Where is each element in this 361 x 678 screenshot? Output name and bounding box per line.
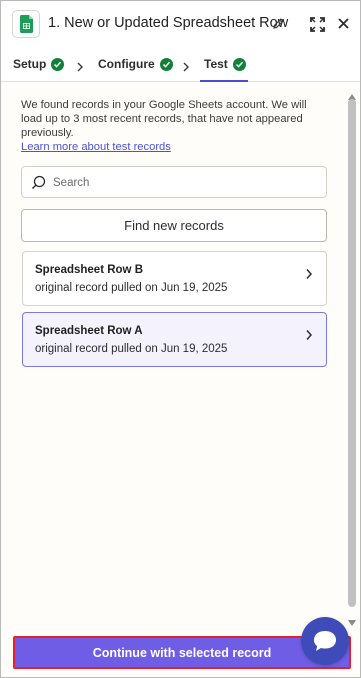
scroll-down-arrow-icon[interactable]	[348, 613, 356, 631]
scrollbar-thumb[interactable]	[348, 99, 356, 607]
active-tab-indicator	[200, 80, 248, 82]
step-tabs: Setup Configure Test	[1, 47, 360, 82]
tab-label: Setup	[13, 57, 47, 71]
record-item[interactable]: Spreadsheet Row B original record pulled…	[22, 251, 327, 306]
tab-label: Test	[204, 57, 228, 71]
record-item-selected[interactable]: Spreadsheet Row A original record pulled…	[22, 312, 327, 367]
chevron-right-icon	[305, 267, 313, 279]
search-box	[21, 166, 327, 198]
tab-setup[interactable]: Setup	[13, 57, 65, 71]
search-input[interactable]	[53, 173, 313, 193]
record-title: Spreadsheet Row B	[35, 264, 143, 276]
chevron-right-icon	[76, 59, 84, 72]
search-icon	[31, 175, 46, 190]
check-circle-icon	[51, 57, 65, 71]
expand-icon[interactable]	[310, 17, 325, 32]
pencil-icon[interactable]	[272, 17, 285, 30]
tab-test[interactable]: Test	[204, 57, 246, 71]
panel-header: 1. New or Updated Spreadsheet Row	[1, 1, 360, 47]
record-subtitle: original record pulled on Jun 19, 2025	[35, 282, 228, 294]
check-circle-icon	[159, 57, 173, 71]
chevron-right-icon	[305, 328, 313, 340]
tab-label: Configure	[98, 57, 155, 71]
record-title: Spreadsheet Row A	[35, 325, 143, 337]
learn-more-link[interactable]: Learn more about test records	[21, 141, 171, 153]
scrollbar[interactable]	[346, 85, 358, 626]
chat-icon[interactable]	[301, 617, 349, 665]
check-circle-icon	[232, 57, 246, 71]
info-message: We found records in your Google Sheets a…	[21, 99, 307, 139]
tab-configure[interactable]: Configure	[98, 57, 173, 71]
find-new-records-button[interactable]: Find new records	[21, 209, 327, 242]
record-subtitle: original record pulled on Jun 19, 2025	[35, 343, 228, 355]
step-panel: 1. New or Updated Spreadsheet Row Setup	[0, 0, 361, 678]
test-content: We found records in your Google Sheets a…	[1, 83, 360, 631]
step-title: 1. New or Updated Spreadsheet Row	[48, 15, 289, 31]
google-sheets-icon	[12, 10, 40, 38]
chevron-right-icon	[182, 59, 190, 72]
close-icon[interactable]	[337, 17, 350, 30]
info-text: We found records in your Google Sheets a…	[21, 98, 326, 154]
